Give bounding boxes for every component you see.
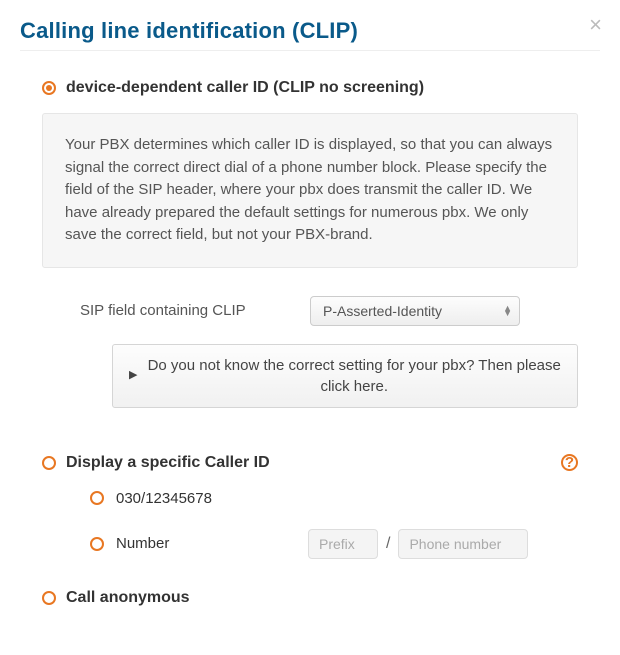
option-display-specific-label: Display a specific Caller ID <box>66 454 270 472</box>
phone-input[interactable] <box>398 529 528 559</box>
sip-field-row: SIP field containing CLIP P-Asserted-Ide… <box>80 296 578 326</box>
sip-field-label: SIP field containing CLIP <box>80 302 310 319</box>
info-box: Your PBX determines which caller ID is d… <box>42 113 578 268</box>
prefix-input[interactable] <box>308 529 378 559</box>
suboption-example-label: 030/12345678 <box>116 490 236 507</box>
suboption-custom-number[interactable]: Number / <box>90 529 578 559</box>
section-call-anonymous: Call anonymous <box>42 589 578 607</box>
sip-field-select[interactable]: P-Asserted-Identity <box>310 296 520 326</box>
option-call-anonymous-label: Call anonymous <box>66 589 190 607</box>
radio-icon[interactable] <box>90 537 104 551</box>
radio-icon[interactable] <box>42 591 56 605</box>
separator-slash: / <box>386 535 390 553</box>
section-display-specific: Display a specific Caller ID ? 030/12345… <box>42 454 578 559</box>
radio-icon[interactable] <box>42 456 56 470</box>
clip-modal: × Calling line identification (CLIP) dev… <box>0 0 620 655</box>
content: device-dependent caller ID (CLIP no scre… <box>20 79 600 607</box>
option-device-dependent[interactable]: device-dependent caller ID (CLIP no scre… <box>42 79 578 97</box>
display-specific-suboptions: 030/12345678 Number / <box>90 490 578 559</box>
suboption-number-label: Number <box>116 535 236 552</box>
pbx-hint-button[interactable]: ▶ Do you not know the correct setting fo… <box>112 344 578 408</box>
page-title: Calling line identification (CLIP) <box>20 18 600 44</box>
option-display-specific[interactable]: Display a specific Caller ID ? <box>42 454 578 472</box>
section-device-dependent: device-dependent caller ID (CLIP no scre… <box>42 79 578 408</box>
option-call-anonymous[interactable]: Call anonymous <box>42 589 578 607</box>
radio-selected-icon[interactable] <box>42 81 56 95</box>
divider <box>20 50 600 51</box>
help-icon[interactable]: ? <box>561 454 578 471</box>
pbx-hint-text: Do you not know the correct setting for … <box>147 355 561 397</box>
sip-field-select-wrap: P-Asserted-Identity ▲▼ <box>310 296 520 326</box>
suboption-example-number[interactable]: 030/12345678 <box>90 490 578 507</box>
triangle-right-icon: ▶ <box>129 368 137 383</box>
number-inputs: / <box>308 529 528 559</box>
radio-icon[interactable] <box>90 491 104 505</box>
option-device-dependent-label: device-dependent caller ID (CLIP no scre… <box>66 79 424 97</box>
close-icon[interactable]: × <box>589 14 602 36</box>
